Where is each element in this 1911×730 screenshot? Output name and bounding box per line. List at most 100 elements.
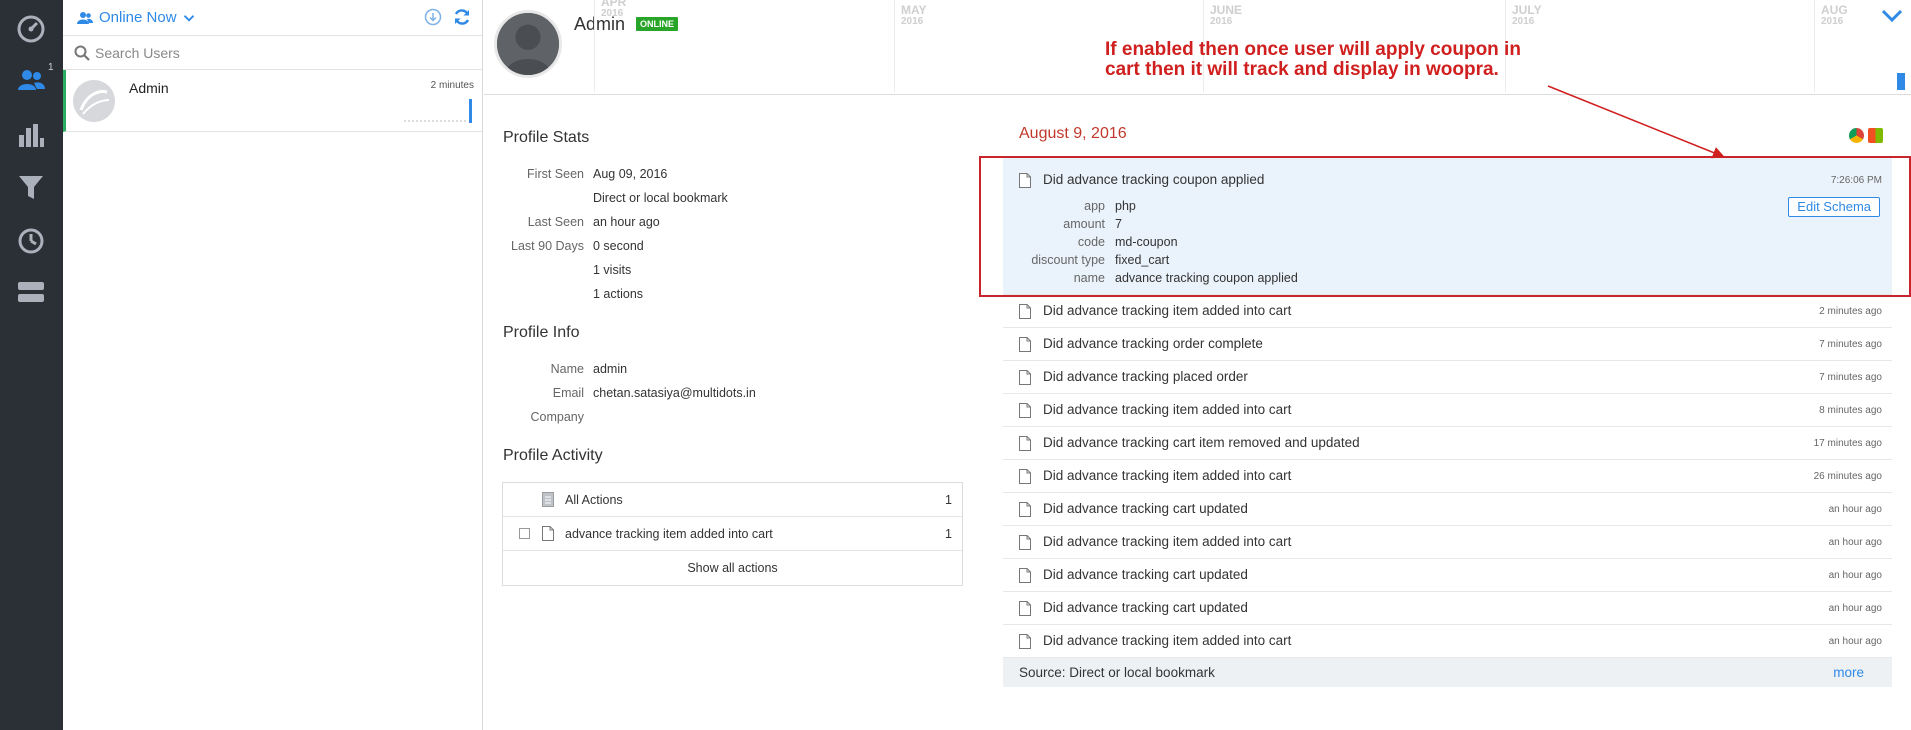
event-time: 7 minutes ago <box>1819 339 1882 350</box>
event-item[interactable]: Did advance tracking cart updated an hour… <box>1003 592 1892 625</box>
document-icon <box>1019 337 1031 352</box>
funnel-icon[interactable] <box>14 170 48 204</box>
search-bar <box>63 36 482 70</box>
event-item[interactable]: Did advance tracking placed order 7 minut… <box>1003 361 1892 394</box>
toggle-icon[interactable] <box>14 275 48 309</box>
event-title: Did advance tracking placed order <box>1043 369 1248 384</box>
chevron-down-icon <box>183 14 194 22</box>
event-time: 26 minutes ago <box>1813 471 1882 482</box>
chrome-icon <box>1849 128 1864 143</box>
event-item[interactable]: Did advance tracking cart item removed a… <box>1003 427 1892 460</box>
event-time: an hour ago <box>1828 504 1882 515</box>
event-title: Did advance tracking item added into car… <box>1043 303 1292 318</box>
event-title: Did advance tracking item added into car… <box>1043 402 1292 417</box>
last-seen-label: Last Seen <box>527 215 584 229</box>
timeline-month[interactable]: JULY 2016 <box>1512 4 1542 27</box>
timeline-activity-bar <box>1897 73 1905 90</box>
event-title: Did advance tracking cart updated <box>1043 600 1248 615</box>
annotation-line: cart then it will track and display in w… <box>1105 59 1499 80</box>
event-time: 2 minutes ago <box>1819 306 1882 317</box>
event-title: Did advance tracking cart updated <box>1043 567 1248 582</box>
last-seen-value: an hour ago <box>593 215 660 229</box>
more-link[interactable]: more <box>1833 665 1864 680</box>
document-icon <box>1019 370 1031 385</box>
event-time: an hour ago <box>1828 636 1882 647</box>
event-title: Did advance tracking item added into car… <box>1043 468 1292 483</box>
event-stream-footer: Source: Direct or local bookmark more <box>1003 658 1892 687</box>
activity-label: All Actions <box>565 493 623 507</box>
last-90-days-time: 0 second <box>593 239 644 253</box>
event-item[interactable]: Did advance tracking item added into car… <box>1003 526 1892 559</box>
event-time: an hour ago <box>1828 570 1882 581</box>
event-title: Did advance tracking cart updated <box>1043 501 1248 516</box>
last-90-days-actions: 1 actions <box>593 287 644 301</box>
event-item[interactable]: Did advance tracking item added into car… <box>1003 394 1892 427</box>
event-item[interactable]: Did advance tracking order complete 7 min… <box>1003 328 1892 361</box>
name-label: Name <box>550 362 584 376</box>
first-seen-value: Aug 09, 2016 <box>593 167 668 181</box>
document-icon <box>1019 403 1031 418</box>
users-panel-header: Online Now <box>63 0 482 36</box>
profile-avatar <box>494 10 562 78</box>
user-name: Admin <box>129 80 169 96</box>
timeline-month[interactable]: JUNE 2016 <box>1210 4 1242 27</box>
activity-checkbox[interactable] <box>519 528 530 539</box>
search-users-input[interactable] <box>95 42 465 64</box>
last-90-days-label: Last 90 Days <box>511 239 584 253</box>
activity-row[interactable]: advance tracking item added into cart 1 <box>503 517 962 551</box>
event-title: Did advance tracking item added into car… <box>1043 633 1292 648</box>
event-title: Did advance tracking order complete <box>1043 336 1263 351</box>
timeline-divider <box>1814 0 1815 92</box>
activity-count: 1 <box>945 493 952 507</box>
event-time: an hour ago <box>1828 603 1882 614</box>
icon-rail: 1 <box>0 0 63 730</box>
timeline-month[interactable]: AUG 2016 <box>1821 4 1848 27</box>
document-icon <box>1019 436 1031 451</box>
profile-info-title: Profile Info <box>503 324 580 341</box>
users-panel: Online Now Admin 2 minutes <box>63 0 483 730</box>
annotation-highlight-box <box>979 156 1911 297</box>
document-icon <box>1019 535 1031 550</box>
windows-icon <box>1868 128 1883 143</box>
timeline-month[interactable]: MAY 2016 <box>901 4 927 27</box>
retention-icon[interactable] <box>14 223 48 257</box>
timeline-divider <box>894 0 895 92</box>
activity-sparkline <box>404 99 472 123</box>
event-item[interactable]: Did advance tracking cart updated an hour… <box>1003 559 1892 592</box>
event-item[interactable]: Did advance tracking item added into car… <box>1003 625 1892 658</box>
dashboard-icon[interactable] <box>14 12 48 46</box>
annotation-line: If enabled then once user will apply cou… <box>1105 39 1521 60</box>
first-seen-source: Direct or local bookmark <box>593 191 728 205</box>
user-list-item[interactable]: Admin 2 minutes <box>63 70 482 132</box>
first-seen-label: First Seen <box>527 167 584 181</box>
company-label: Company <box>530 410 585 424</box>
timeline-divider <box>594 0 595 92</box>
document-icon <box>1019 304 1031 319</box>
people-icon[interactable] <box>14 64 48 98</box>
status-badge: ONLINE <box>636 17 679 31</box>
online-count-badge: 1 <box>48 62 54 73</box>
user-last-seen: 2 minutes <box>430 80 474 91</box>
document-icon <box>542 526 554 541</box>
profile-activity-title: Profile Activity <box>503 447 603 464</box>
event-item[interactable]: Did advance tracking cart updated an hour… <box>1003 493 1892 526</box>
activity-row[interactable]: All Actions 1 <box>503 483 962 517</box>
event-title: Did advance tracking item added into car… <box>1043 534 1292 549</box>
event-item[interactable]: Did advance tracking item added into car… <box>1003 460 1892 493</box>
bar-chart-icon[interactable] <box>14 118 48 152</box>
timeline-month[interactable]: APR 2016 <box>601 0 626 19</box>
refresh-icon[interactable] <box>452 7 472 27</box>
activity-count: 1 <box>945 527 952 541</box>
search-icon <box>74 45 90 61</box>
document-icon <box>1019 601 1031 616</box>
chevron-down-icon[interactable] <box>1881 8 1903 24</box>
download-icon[interactable] <box>424 8 442 26</box>
event-item[interactable]: Did advance tracking item added into car… <box>1003 295 1892 328</box>
event-title: Did advance tracking cart item removed a… <box>1043 435 1360 450</box>
online-now-dropdown[interactable]: Online Now <box>77 9 195 26</box>
event-time: 7 minutes ago <box>1819 372 1882 383</box>
event-time: 17 minutes ago <box>1813 438 1882 449</box>
document-icon <box>1019 502 1031 517</box>
activity-table: All Actions 1 advance tracking item adde… <box>502 482 963 586</box>
show-all-actions-button[interactable]: Show all actions <box>503 551 962 585</box>
